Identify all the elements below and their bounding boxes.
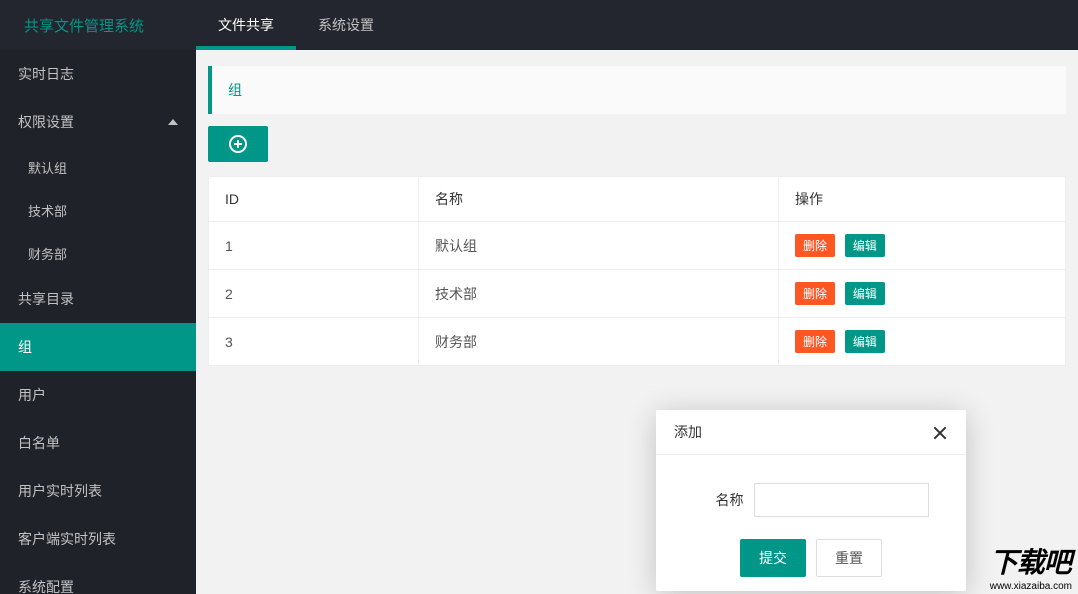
cell-name: 技术部 [419,270,779,318]
sidebar-subitem-tech[interactable]: 技术部 [0,189,196,232]
add-dialog: 添加 名称 提交 重置 [656,410,966,591]
cell-op: 删除 编辑 [779,270,1066,318]
sidebar-item-label: 技术部 [28,204,67,219]
sidebar-item-label: 系统配置 [18,577,74,594]
header: 共享文件管理系统 文件共享 系统设置 [0,0,1078,50]
nav-tabs: 文件共享 系统设置 [196,0,396,50]
edit-button[interactable]: 编辑 [845,330,885,353]
tab-system-settings[interactable]: 系统设置 [296,0,396,50]
dialog-title: 添加 [674,422,702,442]
submit-button[interactable]: 提交 [740,539,806,577]
close-icon[interactable] [932,424,948,440]
sidebar-item-label: 客户端实时列表 [18,529,116,549]
name-input[interactable] [754,483,929,517]
col-op: 操作 [779,177,1066,222]
edit-button[interactable]: 编辑 [845,234,885,257]
cell-id: 2 [209,270,419,318]
sidebar-item-realtime-log[interactable]: 实时日志 [0,50,196,98]
delete-button[interactable]: 删除 [795,330,835,353]
table-row: 2 技术部 删除 编辑 [209,270,1066,318]
form-row-name: 名称 [676,483,946,517]
sidebar-item-label: 权限设置 [18,112,74,132]
sidebar-item-share-dir[interactable]: 共享目录 [0,275,196,323]
sidebar-item-group[interactable]: 组 [0,323,196,371]
sidebar: 实时日志 权限设置 默认组 技术部 财务部 共享目录 组 用户 白名单 用户实时… [0,50,196,594]
table-row: 3 财务部 删除 编辑 [209,318,1066,366]
cell-name: 财务部 [419,318,779,366]
cell-id: 1 [209,222,419,270]
data-table: ID 名称 操作 1 默认组 删除 编辑 2 技术部 [208,176,1066,366]
plus-icon [229,135,247,153]
sidebar-item-label: 默认组 [28,161,67,176]
form-actions: 提交 重置 [676,539,946,577]
sidebar-item-label: 用户 [18,385,46,405]
name-label: 名称 [694,490,744,510]
col-name: 名称 [419,177,779,222]
cell-op: 删除 编辑 [779,318,1066,366]
main-content: 组 ID 名称 操作 1 默认组 删除 编辑 [196,50,1078,594]
breadcrumb: 组 [208,66,1066,114]
table-row: 1 默认组 删除 编辑 [209,222,1066,270]
table-header-row: ID 名称 操作 [209,177,1066,222]
sidebar-item-label: 实时日志 [18,64,74,84]
chevron-up-icon [168,119,178,125]
cell-name: 默认组 [419,222,779,270]
sidebar-item-user-realtime[interactable]: 用户实时列表 [0,467,196,515]
sidebar-subitem-finance[interactable]: 财务部 [0,232,196,275]
col-id: ID [209,177,419,222]
sidebar-item-whitelist[interactable]: 白名单 [0,419,196,467]
sidebar-item-permission[interactable]: 权限设置 [0,98,196,146]
sidebar-item-user[interactable]: 用户 [0,371,196,419]
delete-button[interactable]: 删除 [795,234,835,257]
sidebar-item-system-config[interactable]: 系统配置 [0,563,196,594]
dialog-header: 添加 [656,410,966,455]
reset-button[interactable]: 重置 [816,539,882,577]
sidebar-subitem-default-group[interactable]: 默认组 [0,146,196,189]
app-title: 共享文件管理系统 [0,15,196,36]
delete-button[interactable]: 删除 [795,282,835,305]
sidebar-item-label: 用户实时列表 [18,481,102,501]
cell-op: 删除 编辑 [779,222,1066,270]
sidebar-item-label: 共享目录 [18,289,74,309]
edit-button[interactable]: 编辑 [845,282,885,305]
sidebar-item-label: 财务部 [28,247,67,262]
sidebar-item-label: 组 [18,337,32,357]
add-button[interactable] [208,126,268,162]
sidebar-item-client-realtime[interactable]: 客户端实时列表 [0,515,196,563]
sidebar-item-label: 白名单 [18,433,60,453]
tab-file-share[interactable]: 文件共享 [196,0,296,50]
cell-id: 3 [209,318,419,366]
dialog-body: 名称 提交 重置 [656,455,966,591]
